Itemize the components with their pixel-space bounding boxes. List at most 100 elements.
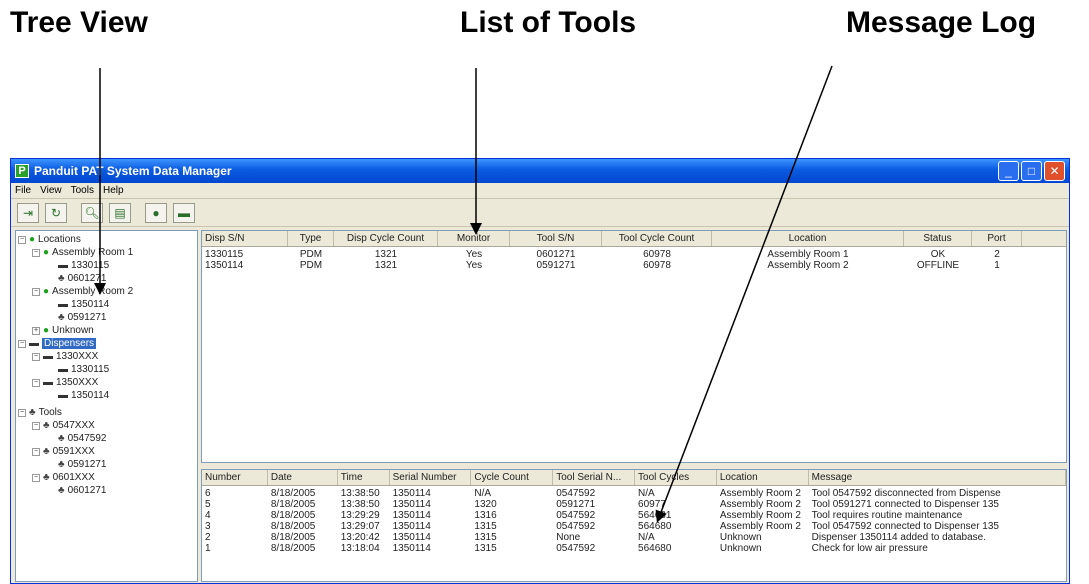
tree-node-unknown[interactable]: + ● Unknown [32,324,94,337]
collapse-icon[interactable]: − [18,408,26,417]
tree-node-dispenser-1350114[interactable]: ▬ 1350114 [58,389,109,402]
expand-icon[interactable]: + [32,326,40,335]
tool-icon[interactable]: ▬ [173,202,195,223]
collapse-icon[interactable]: − [32,378,40,387]
table-row[interactable]: 2 8/18/2005 13:20:42 1350114 1315 None N/A Unkn… [202,532,1066,543]
table-row[interactable]: 5 8/18/2005 13:38:50 1350114 1320 0591271 6097… [202,499,1066,510]
window-title: Panduit PAT System Data Manager [34,164,232,178]
menu-tools[interactable]: Tools [71,185,94,196]
location-icon: ● [29,234,36,245]
tree-node-room1-tool[interactable]: ♣ 0601271 [58,272,107,285]
table-row[interactable]: 4 8/18/2005 13:29:29 1350114 1316 0547592 5646… [202,510,1066,521]
tree-node-tools[interactable]: − ♣ Tools [18,406,62,419]
table-cell: PDM [299,260,323,271]
column-header[interactable]: Monitor [438,231,510,246]
tree-node-dispenser-group-1330[interactable]: − ▬ 1330XXX [32,350,98,363]
collapse-icon[interactable]: − [32,473,40,482]
table-cell: Assembly Room 2 [719,521,801,532]
tree-node-dispensers[interactable]: − ▬ Dispensers [18,337,97,350]
tree-node-room1[interactable]: − ● Assembly Room 1 [32,246,133,259]
column-header[interactable]: Date [268,470,338,485]
column-header[interactable]: Cycle Count [471,470,554,485]
column-header[interactable]: Serial Number [390,470,472,485]
refresh-icon[interactable]: ↻ [45,202,67,223]
table-cell: 564680 [638,521,672,532]
tool-icon: ♣ [43,446,50,457]
tool-icon: ♣ [43,472,50,483]
tree-node-tool-0547592[interactable]: ♣ 0547592 [58,432,107,445]
column-header[interactable]: Tool Cycles [635,470,717,485]
dispenser-icon: ▬ [43,377,53,388]
column-header[interactable]: Message [809,470,1066,485]
column-header[interactable]: Disp S/N [202,231,288,246]
tree-view[interactable]: − ● Locations − ● Assembly Room 1 ▬ 1330… [15,230,198,582]
tree-node-tool-group-0601[interactable]: − ♣ 0601XXX [32,471,95,484]
column-header[interactable]: Number [202,470,268,485]
table-cell: Yes [465,249,483,260]
tree-node-tool-group-0591[interactable]: − ♣ 0591XXX [32,445,95,458]
collapse-icon[interactable]: − [32,287,40,296]
tools-list-header: Disp S/N Type Disp Cycle Count Monitor T… [202,231,1066,247]
menu-file[interactable]: File [15,185,31,196]
close-button[interactable]: ✕ [1044,161,1065,181]
table-cell: Assembly Room 2 [719,510,801,521]
table-cell: Assembly Room 2 [767,260,849,271]
title-bar[interactable]: P Panduit PAT System Data Manager _ □ ✕ [11,159,1069,183]
tree-node-tool-0591271[interactable]: ♣ 0591271 [58,458,107,471]
table-row[interactable]: 1350114 PDM 1321 Yes 0591271 60978 Assem… [202,260,1066,271]
column-header[interactable]: Type [288,231,334,246]
collapse-icon[interactable]: − [18,235,26,244]
tree-node-room1-dispenser[interactable]: ▬ 1330115 [58,259,109,272]
column-header[interactable]: Disp Cycle Count [334,231,438,246]
tree-node-room2[interactable]: − ● Assembly Room 2 [32,285,133,298]
tree-label: 0591271 [67,459,107,470]
table-row[interactable]: 6 8/18/2005 13:38:50 1350114 N/A 0547592 N/A As… [202,488,1066,499]
table-cell: None [556,532,581,543]
exit-icon[interactable]: ⇥ [17,202,39,223]
table-cell: 8/18/2005 [270,510,316,521]
tree-label: Locations [38,234,81,245]
table-cell: OFFLINE [916,260,960,271]
table-row[interactable]: 1 8/18/2005 13:18:04 1350114 1315 0547592 5646… [202,543,1066,554]
tree-label: 0601271 [67,485,107,496]
report-icon[interactable]: ▤ [109,202,131,223]
tree-label: 1350XXX [56,377,99,388]
table-cell: 8/18/2005 [270,499,316,510]
menu-view[interactable]: View [40,185,62,196]
menu-help[interactable]: Help [103,185,124,196]
tree-node-room2-dispenser[interactable]: ▬ 1350114 [58,298,109,311]
collapse-icon[interactable]: − [32,447,40,456]
table-cell: 13:29:07 [340,521,380,532]
connect-icon[interactable]: ● [145,202,167,223]
tree-node-room2-tool[interactable]: ♣ 0591271 [58,311,107,324]
message-log[interactable]: Number Date Time Serial Number Cycle Cou… [201,469,1067,582]
tool-icon: ♣ [58,485,65,496]
column-header[interactable]: Location [712,231,904,246]
table-cell: 13:20:42 [340,532,380,543]
tree-node-tool-0601271[interactable]: ♣ 0601271 [58,484,107,497]
column-header[interactable]: Port [972,231,1022,246]
table-row[interactable]: 3 8/18/2005 13:29:07 1350114 1315 0547592 5646… [202,521,1066,532]
column-header[interactable]: Tool Serial N... [553,470,636,485]
maximize-button[interactable]: □ [1021,161,1042,181]
collapse-icon[interactable]: − [32,248,40,257]
tree-node-tool-group-0547[interactable]: − ♣ 0547XXX [32,419,95,432]
tree-node-locations[interactable]: − ● Locations [18,233,81,246]
tools-list[interactable]: Disp S/N Type Disp Cycle Count Monitor T… [201,230,1067,463]
table-cell: 2 [994,249,1000,260]
column-header[interactable]: Time [338,470,390,485]
table-row[interactable]: 1330115 PDM 1321 Yes 0601271 60978 Assem… [202,249,1066,260]
column-header[interactable]: Tool Cycle Count [602,231,712,246]
message-log-header: Number Date Time Serial Number Cycle Cou… [202,470,1066,486]
tree-node-dispenser-group-1350[interactable]: − ▬ 1350XXX [32,376,98,389]
minimize-button[interactable]: _ [998,161,1019,181]
collapse-icon[interactable]: − [32,352,40,361]
tree-node-dispenser-1330115[interactable]: ▬ 1330115 [58,363,109,376]
column-header[interactable]: Tool S/N [510,231,602,246]
search-icon[interactable]: 🔍︎ [81,202,103,223]
table-cell: OK [930,249,946,260]
column-header[interactable]: Location [717,470,809,485]
column-header[interactable]: Status [904,231,972,246]
collapse-icon[interactable]: − [32,421,40,430]
collapse-icon[interactable]: − [18,339,26,348]
